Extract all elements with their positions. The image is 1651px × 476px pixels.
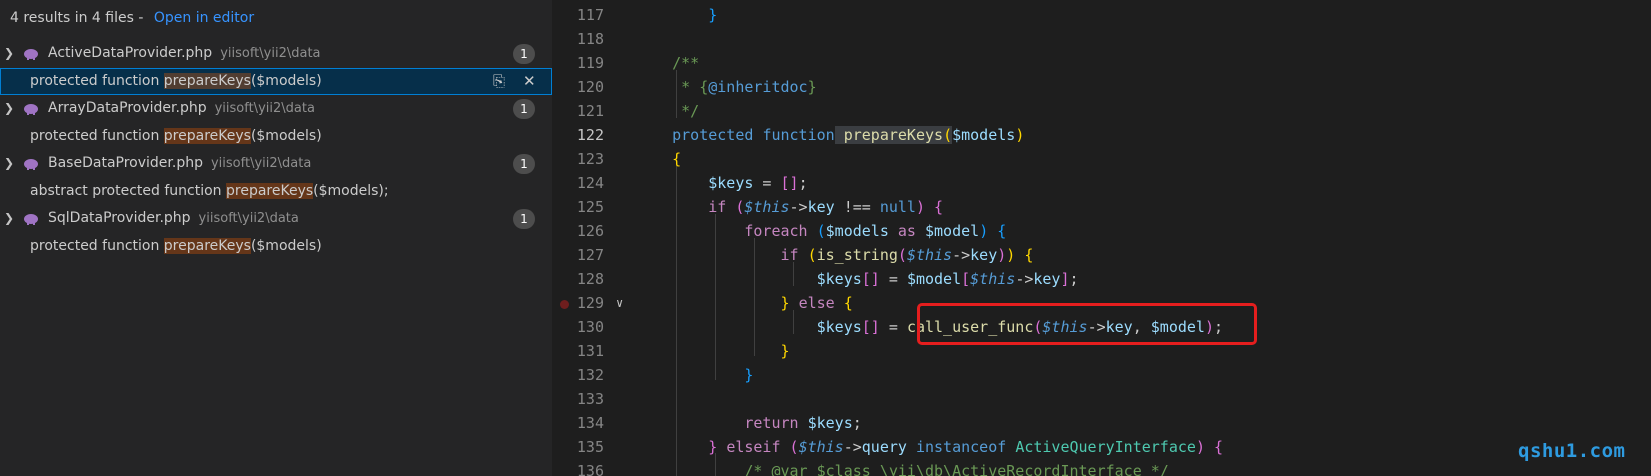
line-number: 129 — [576, 294, 604, 312]
match-suffix: ($models) — [250, 72, 322, 89]
file-path: yiisoft\yii2\data — [214, 101, 315, 116]
match-count-badge: 1 — [513, 154, 535, 174]
match-prefix: protected function — [30, 127, 164, 144]
code-line[interactable]: 134 return $keys; — [552, 412, 1651, 436]
results-tree: ❯ ActiveDataProvider.php yiisoft\yii2\dat… — [0, 40, 552, 260]
file-path: yiisoft\yii2\data — [220, 46, 321, 61]
code-editor[interactable]: 117 } 118 119 /** 120 * {@inheritdoc} 12… — [552, 0, 1651, 476]
php-elephant-icon — [24, 214, 38, 225]
match-highlight: prepareKeys — [163, 237, 251, 254]
file-group-arraydataprovider[interactable]: ❯ ArrayDataProvider.php yiisoft\yii2\data… — [0, 95, 552, 123]
code-line[interactable]: 119 /** — [552, 52, 1651, 76]
line-number: 132 — [576, 366, 604, 384]
php-elephant-icon — [24, 49, 38, 60]
file-group-basedataprovider[interactable]: ❯ BaseDataProvider.php yiisoft\yii2\data … — [0, 150, 552, 178]
file-group-sqldataprovider[interactable]: ❯ SqlDataProvider.php yiisoft\yii2\data 1 — [0, 205, 552, 233]
code-line[interactable]: 118 — [552, 28, 1651, 52]
line-number: 134 — [576, 414, 604, 432]
line-number-active: 122 — [576, 126, 604, 144]
match-highlight: prepareKeys — [226, 182, 314, 199]
line-number: 130 — [576, 318, 604, 336]
line-number: 124 — [576, 174, 604, 192]
line-number: 118 — [576, 30, 604, 48]
match-prefix: protected function — [30, 237, 164, 254]
file-path: yiisoft\yii2\data — [198, 211, 299, 226]
line-number: 135 — [576, 438, 604, 456]
search-results-panel: 4 results in 4 files - Open in editor ❯ … — [0, 0, 552, 476]
code-line[interactable]: 122 protected function prepareKeys($mode… — [552, 124, 1651, 148]
match-item[interactable]: protected function prepareKeys($models) … — [0, 67, 552, 96]
php-elephant-icon — [24, 159, 38, 170]
line-number: 120 — [576, 78, 604, 96]
code-line[interactable]: 120 * {@inheritdoc} — [552, 76, 1651, 100]
code-line[interactable]: 125 if ($this->key !== null) { — [552, 196, 1651, 220]
chevron-down-icon[interactable]: ❯ — [4, 95, 14, 123]
code-line[interactable]: 117 } — [552, 4, 1651, 28]
match-item[interactable]: protected function prepareKeys($models) — [0, 123, 552, 151]
php-elephant-icon — [24, 104, 38, 115]
code-line[interactable]: 133 — [552, 388, 1651, 412]
match-suffix: ($models) — [250, 127, 322, 144]
match-prefix: protected function — [30, 72, 164, 89]
match-highlight: prepareKeys — [163, 127, 251, 144]
match-item[interactable]: abstract protected function prepareKeys(… — [0, 178, 552, 206]
code-line[interactable]: 126 foreach ($models as $model) { — [552, 220, 1651, 244]
fold-chevron-icon[interactable]: ∨ — [616, 292, 623, 316]
line-number: 125 — [576, 198, 604, 216]
search-summary: 4 results in 4 files - Open in editor — [10, 6, 254, 30]
chevron-down-icon[interactable]: ❯ — [4, 150, 14, 178]
line-number: 121 — [576, 102, 604, 120]
replace-icon[interactable]: ⎘ — [493, 68, 505, 96]
match-count-badge: 1 — [513, 209, 535, 229]
line-number: 123 — [576, 150, 604, 168]
match-highlight: prepareKeys — [163, 72, 251, 89]
line-number: 117 — [576, 6, 604, 24]
match-suffix: ($models); — [313, 182, 389, 199]
code-line[interactable]: 123 { — [552, 148, 1651, 172]
match-suffix: ($models) — [250, 237, 322, 254]
file-name: ActiveDataProvider.php — [48, 45, 213, 61]
file-group-activedataprovider[interactable]: ❯ ActiveDataProvider.php yiisoft\yii2\dat… — [0, 40, 552, 68]
code-line[interactable]: 136 /* @var $class \yii\db\ActiveRecordI… — [552, 460, 1651, 476]
match-count-badge: 1 — [513, 44, 535, 64]
file-path: yiisoft\yii2\data — [210, 156, 312, 171]
line-number: 126 — [576, 222, 604, 240]
file-name: SqlDataProvider.php — [48, 210, 191, 226]
code-line[interactable]: 135 } elseif ($this->query instanceof Ac… — [552, 436, 1651, 460]
chevron-down-icon[interactable]: ❯ — [4, 205, 14, 233]
line-number: 133 — [576, 390, 604, 408]
code-line[interactable]: 121 */ — [552, 100, 1651, 124]
annotation-highlight-box — [917, 303, 1257, 345]
match-count-badge: 1 — [513, 99, 535, 119]
code-line[interactable]: 127 if (is_string($this->key)) { — [552, 244, 1651, 268]
file-name: ArrayDataProvider.php — [48, 100, 207, 116]
file-name: BaseDataProvider.php — [48, 155, 203, 171]
match-prefix: abstract protected function — [30, 182, 226, 199]
line-number: 131 — [576, 342, 604, 360]
results-count-text: 4 results in 4 files - — [10, 10, 148, 26]
line-number: 128 — [576, 270, 604, 288]
close-icon[interactable]: ✕ — [523, 68, 536, 96]
line-number: 136 — [576, 462, 604, 476]
line-number: 127 — [576, 246, 604, 264]
chevron-down-icon[interactable]: ❯ — [4, 40, 14, 68]
line-number: 119 — [576, 54, 604, 72]
code-line[interactable]: 128 $keys[] = $model[$this->key]; — [552, 268, 1651, 292]
code-line[interactable]: 132 } — [552, 364, 1651, 388]
match-item[interactable]: protected function prepareKeys($models) — [0, 233, 552, 261]
open-in-editor-link[interactable]: Open in editor — [154, 10, 254, 26]
watermark: qshu1.com — [1518, 440, 1626, 462]
code-line[interactable]: 124 $keys = []; — [552, 172, 1651, 196]
